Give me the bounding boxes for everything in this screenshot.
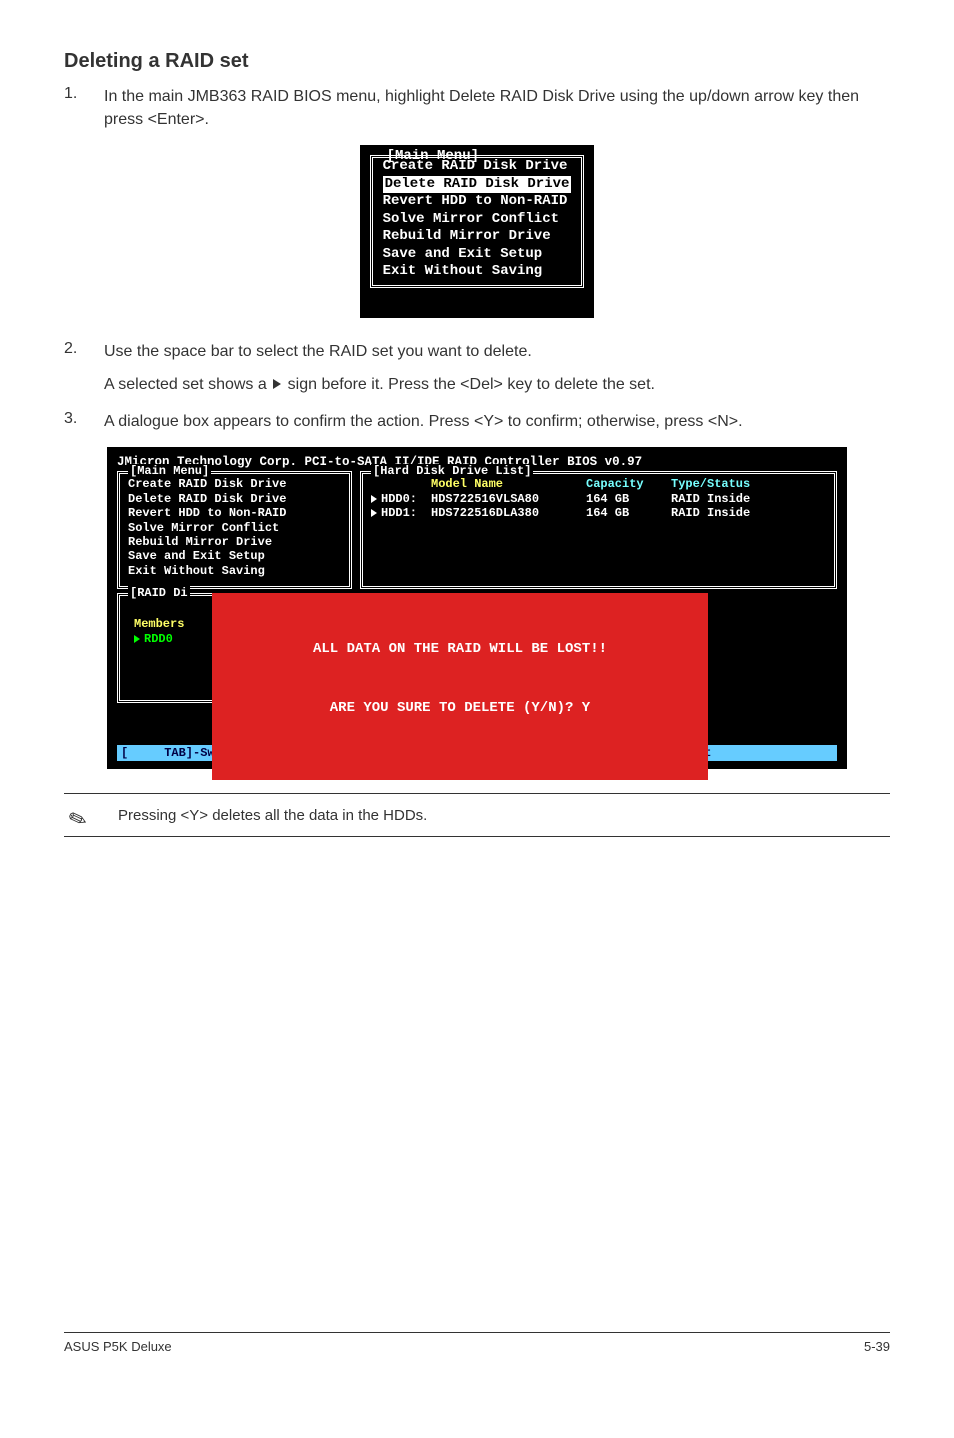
- main-menu-panel-title: [Main Menu]: [128, 464, 211, 478]
- footer-right: 5-39: [864, 1339, 890, 1354]
- main-menu-panel: [Main Menu] Create RAID Disk Drive Delet…: [117, 471, 352, 589]
- bios-menu-item: Rebuild Mirror Drive: [128, 535, 341, 549]
- pencil-icon: ✎: [61, 794, 121, 837]
- dialog-line-2: ARE YOU SURE TO DELETE (Y/N)? Y: [220, 699, 700, 719]
- confirm-dialog: ALL DATA ON THE RAID WILL BE LOST!! ARE …: [212, 593, 708, 780]
- raid-panel-title: [RAID Di: [128, 586, 190, 600]
- menu-item: Rebuild Mirror Drive: [383, 228, 572, 246]
- step-text-3: A dialogue box appears to confirm the ac…: [104, 410, 890, 433]
- step-text-2: Use the space bar to select the RAID set…: [104, 340, 890, 363]
- triangle-icon: [134, 635, 140, 643]
- dialog-line-1: ALL DATA ON THE RAID WILL BE LOST!!: [220, 640, 700, 660]
- hdd-header-row: Model Name Capacity Type/Status: [371, 477, 826, 491]
- menu-item-selected: Delete RAID Disk Drive: [383, 176, 572, 194]
- bios-menu-item: Save and Exit Setup: [128, 549, 341, 563]
- triangle-icon: [371, 509, 377, 517]
- footer-left: ASUS P5K Deluxe: [64, 1339, 172, 1354]
- step-subtext-2: A selected set shows a sign before it. P…: [104, 373, 890, 396]
- bios-screenshot: JMicron Technology Corp. PCI-to-SATA II/…: [107, 447, 847, 769]
- note-callout: ✎ Pressing <Y> deletes all the data in t…: [64, 793, 890, 837]
- hdd-list-panel: [Hard Disk Drive List] Model Name Capaci…: [360, 471, 837, 589]
- step-number-3: 3.: [64, 410, 104, 433]
- section-heading: Deleting a RAID set: [64, 50, 890, 73]
- bios-menu-item: Revert HDD to Non-RAID: [128, 506, 341, 520]
- menu-item: Solve Mirror Conflict: [383, 211, 572, 229]
- bios-menu-item: Create RAID Disk Drive: [128, 477, 341, 491]
- step-number-1: 1.: [64, 85, 104, 131]
- step-number-2: 2.: [64, 340, 104, 396]
- note-text: Pressing <Y> deletes all the data in the…: [118, 807, 427, 824]
- hdd-list-panel-title: [Hard Disk Drive List]: [371, 464, 533, 478]
- menu-item: Exit Without Saving: [383, 263, 572, 281]
- bios-menu-item: Exit Without Saving: [128, 564, 341, 578]
- menu-item: Save and Exit Setup: [383, 246, 572, 264]
- bios-menu-item: Delete RAID Disk Drive: [128, 492, 341, 506]
- hdd-row: HDD0: HDS722516VLSA80 164 GB RAID Inside: [371, 492, 826, 506]
- main-menu-screenshot: [Main Menu] Create RAID Disk Drive Delet…: [360, 145, 595, 318]
- bios-menu-item: Solve Mirror Conflict: [128, 521, 341, 535]
- triangle-icon: [273, 379, 281, 389]
- menu-item: Revert HDD to Non-RAID: [383, 193, 572, 211]
- triangle-icon: [371, 495, 377, 503]
- step-text-1: In the main JMB363 RAID BIOS menu, highl…: [104, 85, 890, 131]
- hdd-row: HDD1: HDS722516DLA380 164 GB RAID Inside: [371, 506, 826, 520]
